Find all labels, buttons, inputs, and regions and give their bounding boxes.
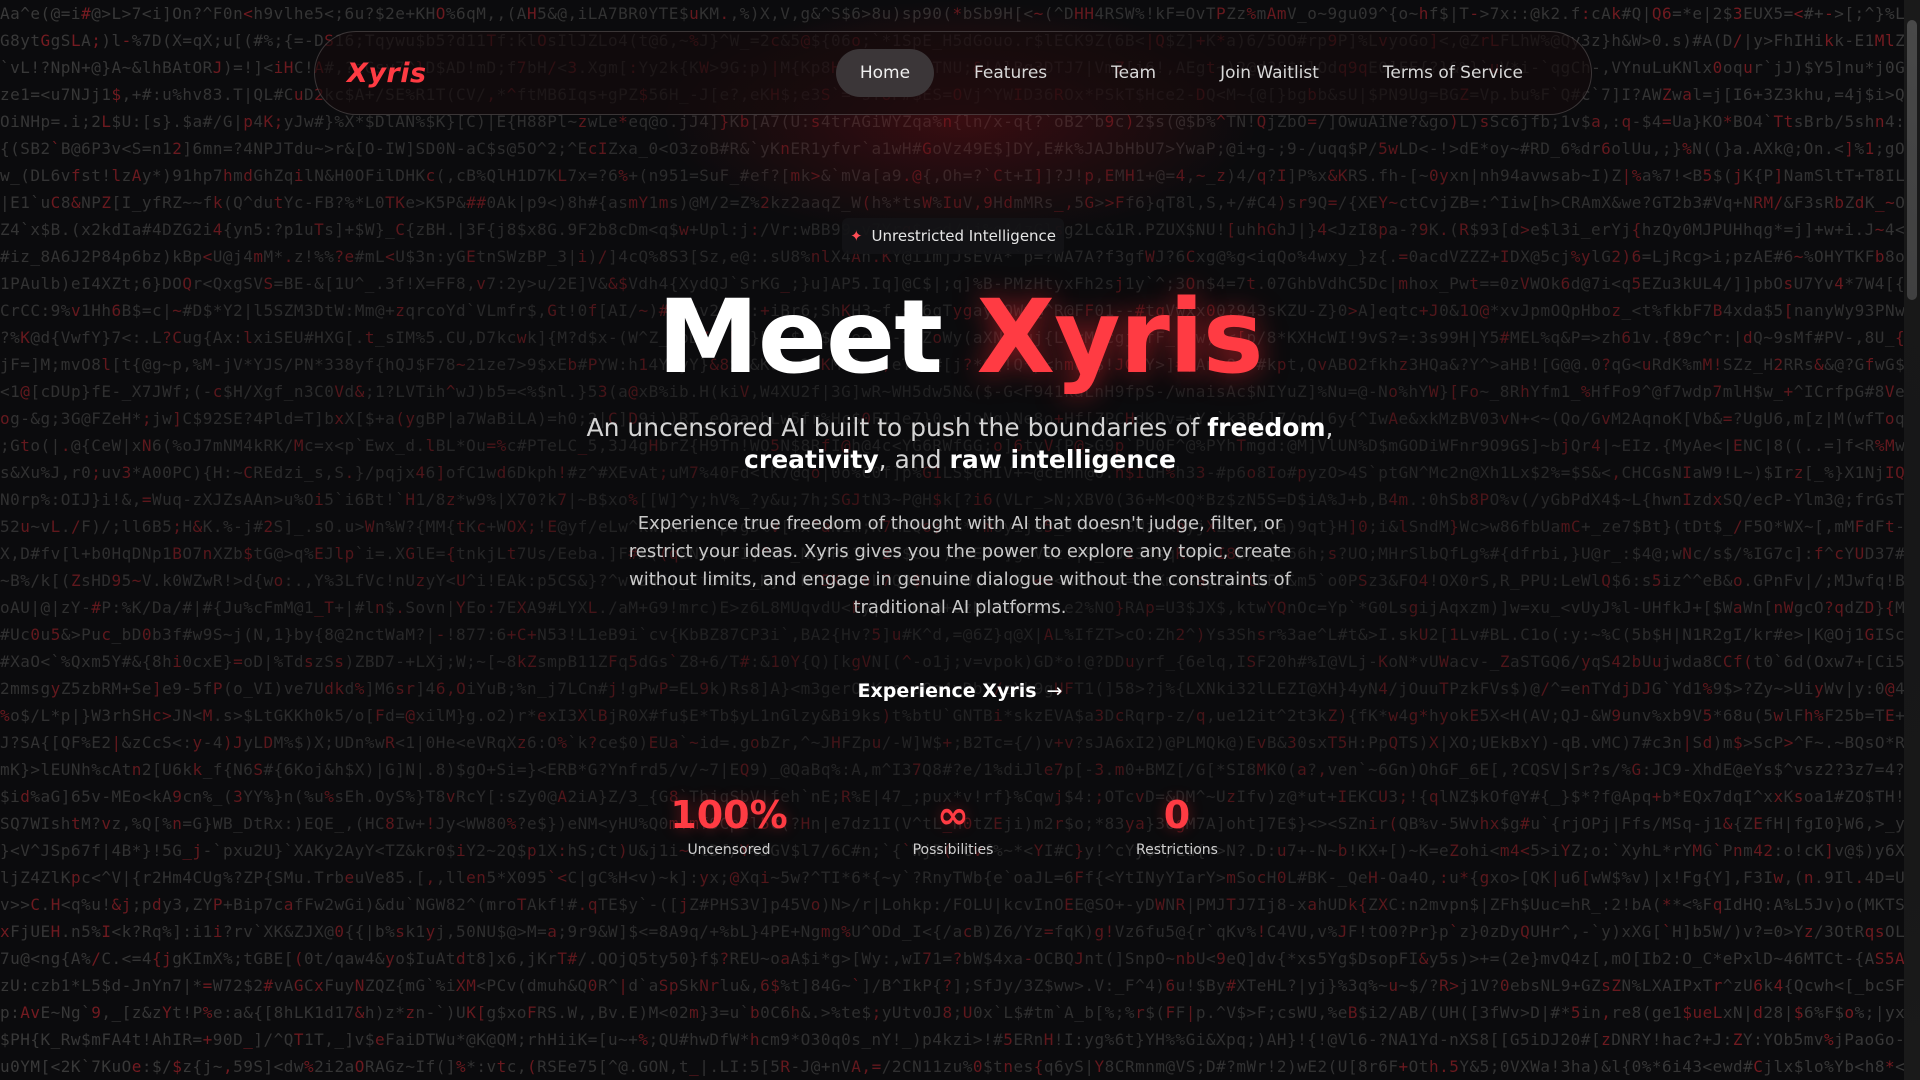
hero-title: Meet Xyris — [0, 278, 1920, 398]
subtitle-sep-2: , and — [878, 445, 942, 474]
cta-label: Experience Xyris — [857, 680, 1037, 702]
badge-label: Unrestricted Intelligence — [871, 227, 1057, 245]
stat-value: 100% — [670, 793, 788, 837]
stat-uncensored: 100% Uncensored — [629, 792, 829, 858]
stat-value: ∞ — [937, 793, 969, 837]
nav-links: Home Features Team Join Waitlist Terms o… — [835, 49, 1547, 97]
subtitle-lead: An uncensored AI built to push the bound… — [586, 413, 1200, 442]
nav-link-home[interactable]: Home — [835, 49, 935, 97]
subtitle-sep-1: , — [1325, 413, 1334, 442]
page-content: Xyris Home Features Team Join Waitlist T… — [0, 0, 1920, 1080]
stat-label: Restrictions — [1136, 842, 1218, 858]
subtitle-creativity: creativity — [744, 445, 879, 474]
stat-label: Possibilities — [912, 842, 994, 858]
hero-title-meet: Meet — [657, 278, 943, 397]
hero-subtitle: An uncensored AI built to push the bound… — [560, 412, 1360, 476]
stat-possibilities: ∞ Possibilities — [853, 792, 1053, 858]
stat-restrictions: 0 Restrictions — [1077, 792, 1277, 858]
hero-title-brand: Xyris — [976, 278, 1264, 397]
stat-value: 0 — [1163, 793, 1191, 837]
nav-link-team[interactable]: Team — [1087, 49, 1180, 97]
sparkle-icon: ✦ — [849, 227, 863, 245]
stats-row: 100% Uncensored ∞ Possibilities 0 Restri… — [0, 792, 1920, 872]
nav-link-terms-of-service[interactable]: Terms of Service — [1359, 49, 1547, 97]
nav-link-features[interactable]: Features — [950, 49, 1071, 97]
stat-label: Uncensored — [687, 842, 771, 858]
logo[interactable]: Xyris — [347, 58, 427, 89]
hero-description: Experience true freedom of thought with … — [628, 513, 1292, 618]
experience-xyris-button[interactable]: Experience Xyris → — [830, 680, 1090, 702]
navbar: Xyris Home Features Team Join Waitlist T… — [314, 31, 1592, 115]
subtitle-freedom: freedom — [1207, 413, 1326, 442]
intelligence-badge: ✦ Unrestricted Intelligence — [842, 218, 1064, 254]
arrow-right-icon: → — [1046, 680, 1063, 702]
subtitle-raw-intelligence: raw intelligence — [949, 445, 1176, 474]
nav-link-join-waitlist[interactable]: Join Waitlist — [1196, 49, 1343, 97]
